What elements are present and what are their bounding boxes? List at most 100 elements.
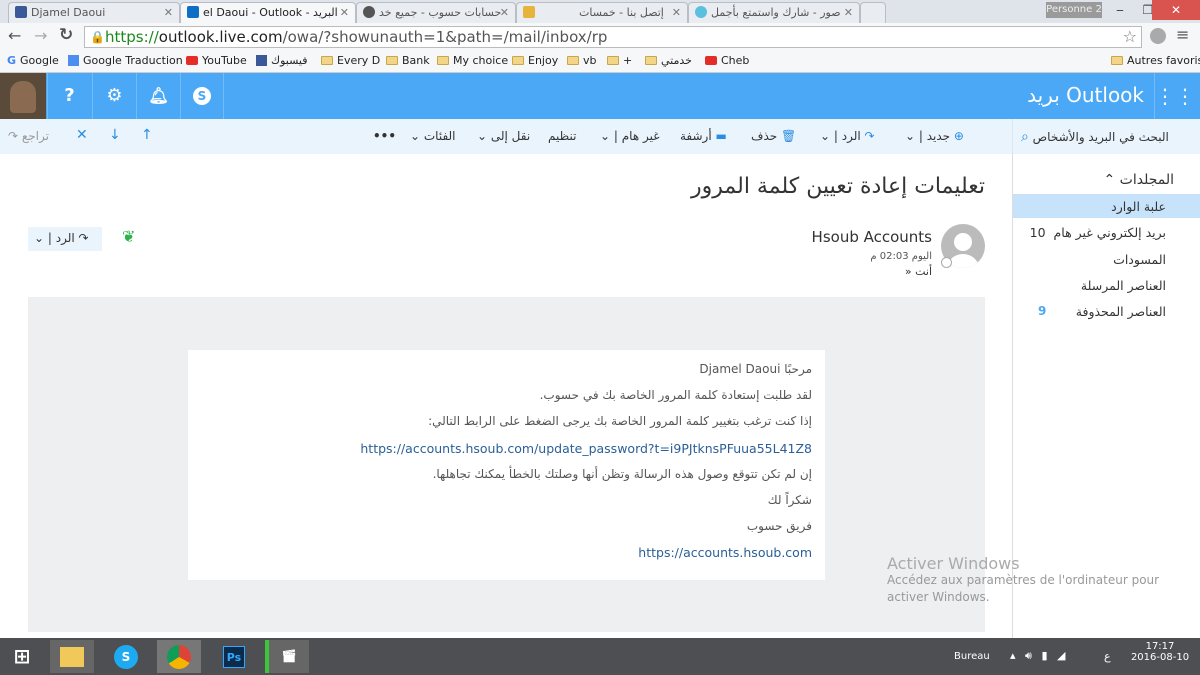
taskbar: ⊞ S Ps 🎬︎ Bureau ▴ 🔊︎ ▮ ◢ ع 17:17 2016-08… [0,638,1200,675]
windows-start-icon[interactable]: ⊞ [0,640,44,673]
message-body: مرحبًا Djamel Daoui لقد طلبت إستعادة كلم… [188,350,825,580]
folder-icon [437,56,449,65]
bookmark-other[interactable]: Autres favoris [1111,54,1200,67]
close-tab-icon[interactable]: ✕ [164,6,173,19]
bookmark-google[interactable]: G Google [7,54,59,67]
sweep-button[interactable]: تنظيم [548,129,576,143]
bookmark-folder[interactable]: My choice [437,54,508,67]
folder-deleted[interactable]: العناصر المحذوفة [1076,304,1166,319]
facebook-icon [15,6,27,18]
recipients[interactable]: » أنت [905,265,932,278]
evernote-icon[interactable]: ❦ [122,227,135,246]
app-launcher-icon[interactable]: ⋮⋮⋮ [1154,73,1200,119]
bookmark-folder[interactable]: خدمتي [645,54,692,67]
reading-pane: تعليمات إعادة تعيين كلمة المرور ⌄ | الرد… [0,154,1012,638]
chrome-taskbar-icon[interactable] [157,640,201,673]
close-tab-icon[interactable]: ✕ [500,6,509,19]
bookmark-folder[interactable]: vb [567,54,597,67]
more-button[interactable]: ••• [373,129,396,143]
bookmark-youtube[interactable]: Cheb [705,54,749,67]
folder-icon [567,56,579,65]
video-editor-taskbar-icon[interactable]: 🎬︎ [265,640,309,673]
avatar[interactable] [0,73,46,119]
folder-junk[interactable]: بريد إلكتروني غير هام 10 [1030,225,1166,240]
photos-icon [695,6,707,18]
url-input[interactable]: 🔒 https://outlook.live.com/owa/?showunaut… [84,26,1142,48]
hsoub-link[interactable]: https://accounts.hsoub.com [638,545,812,560]
back-icon[interactable]: ← [8,26,21,45]
bell-icon[interactable]: 🔔︎ [136,73,180,119]
move-to-button[interactable]: ⌄ نقل إلى [477,129,530,143]
sender-name[interactable]: Hsoub Accounts [812,228,932,246]
chevron-down-icon: ⌄ | [820,129,842,143]
skype-taskbar-icon[interactable]: S [104,640,148,673]
reset-password-link[interactable]: https://accounts.hsoub.com/update_passwo… [360,441,812,456]
reply-button[interactable]: ⌄ | الرد ↷ [28,227,102,251]
star-icon[interactable]: ☆ [1123,27,1137,47]
system-tray-icons[interactable]: ▴ 🔊︎ ▮ ◢ [1010,649,1068,663]
reply-button[interactable]: ⌄ | الرد ↷ [820,129,875,143]
forward-icon[interactable]: → [34,26,47,45]
search-input[interactable]: ⌕ البحث في البريد والأشخاص [1012,119,1200,154]
chevron-down-icon: ⌄ | [905,129,927,143]
photoshop-taskbar-icon[interactable]: Ps [212,640,256,673]
folder-icon [1111,56,1123,65]
chevron-down-icon: ⌄ [477,129,491,143]
close-tab-icon[interactable]: ✕ [672,6,681,19]
youtube-icon [186,56,198,65]
new-button[interactable]: ⌄ | جديد ⊕ [905,129,964,143]
arrow-down-icon[interactable]: ↓ [109,127,121,143]
khamsat-icon [523,6,535,18]
bookmark-folder[interactable]: Bank [386,54,430,67]
tab-outlook[interactable]: el Daoui - Outlook - البريد ✕ [180,2,356,23]
bookmark-facebook[interactable]: فيسبوك [256,54,307,67]
bookmark-folder[interactable]: + [607,54,632,67]
message-body-area: مرحبًا Djamel Daoui لقد طلبت إستعادة كلم… [28,297,985,632]
chevron-down-icon: ⌄ | [600,129,622,143]
folder-sent[interactable]: العناصر المرسلة [1081,278,1166,293]
translate-icon [68,55,79,66]
close-tab-icon[interactable]: ✕ [844,6,853,19]
clock[interactable]: 17:17 2016-08-10 [1130,641,1190,663]
folder-drafts[interactable]: المسودات [1113,252,1166,267]
outlook-mail-icon [187,6,199,18]
categories-button[interactable]: ⌄ الفئات [410,129,456,143]
close-icon[interactable]: ✕ [76,127,88,143]
profile-badge[interactable]: Personne 2 [1046,2,1102,18]
archive-button[interactable]: أرشفة ▬ [680,129,727,143]
menu-icon[interactable]: ≡ [1176,25,1189,44]
greeting: مرحبًا Djamel Daoui [699,362,812,376]
body-line: شكراً لك [767,492,812,507]
facebook-icon [256,55,267,66]
tab-facebook[interactable]: Djamel Daoui ✕ [8,2,180,23]
skype-icon[interactable]: S [180,73,224,119]
bookmark-translate[interactable]: Google Traduction [68,54,183,67]
close-window-button[interactable]: ✕ [1152,0,1200,20]
deleted-count: 9 [1038,304,1047,318]
help-icon[interactable]: ? [47,73,91,119]
minimize-button[interactable]: ‒ [1106,0,1134,20]
desktop-toolbar[interactable]: Bureau [954,651,990,662]
bookmark-folder[interactable]: Enjoy [512,54,558,67]
language-indicator[interactable]: ع [1104,650,1111,663]
tab-khamsat[interactable]: إتصل بنا - خمسات ✕ [516,2,688,23]
gear-icon[interactable]: ⚙ [92,73,136,119]
search-icon: ⌕ [1021,129,1029,145]
arrow-up-icon[interactable]: ↑ [141,127,153,143]
tab-hsoub[interactable]: حسابات حسوب - جميع خد ✕ [356,2,516,23]
reload-icon[interactable]: ↻ [59,25,73,45]
bookmark-youtube[interactable]: YouTube [186,54,247,67]
brand-title: بريد Outlook [1027,83,1144,107]
folder-icon [607,56,619,65]
junk-button[interactable]: ⌄ | غير هام [600,129,659,143]
undo-button[interactable]: ↷ تراجع [8,129,49,143]
tab-photos[interactable]: صور - شارك واستمتع بأجمل ✕ [688,2,860,23]
folder-inbox[interactable]: علبة الوارد [1111,199,1166,214]
bookmark-folder[interactable]: Every D [321,54,380,67]
delete-button[interactable]: حذف 🗑︎ [751,129,796,143]
close-tab-icon[interactable]: ✕ [340,6,349,19]
folders-header[interactable]: المجلدات ⌃ [1103,172,1174,188]
new-tab-button[interactable] [860,2,886,23]
file-explorer-icon[interactable] [50,640,94,673]
extension-icon[interactable] [1150,28,1166,44]
